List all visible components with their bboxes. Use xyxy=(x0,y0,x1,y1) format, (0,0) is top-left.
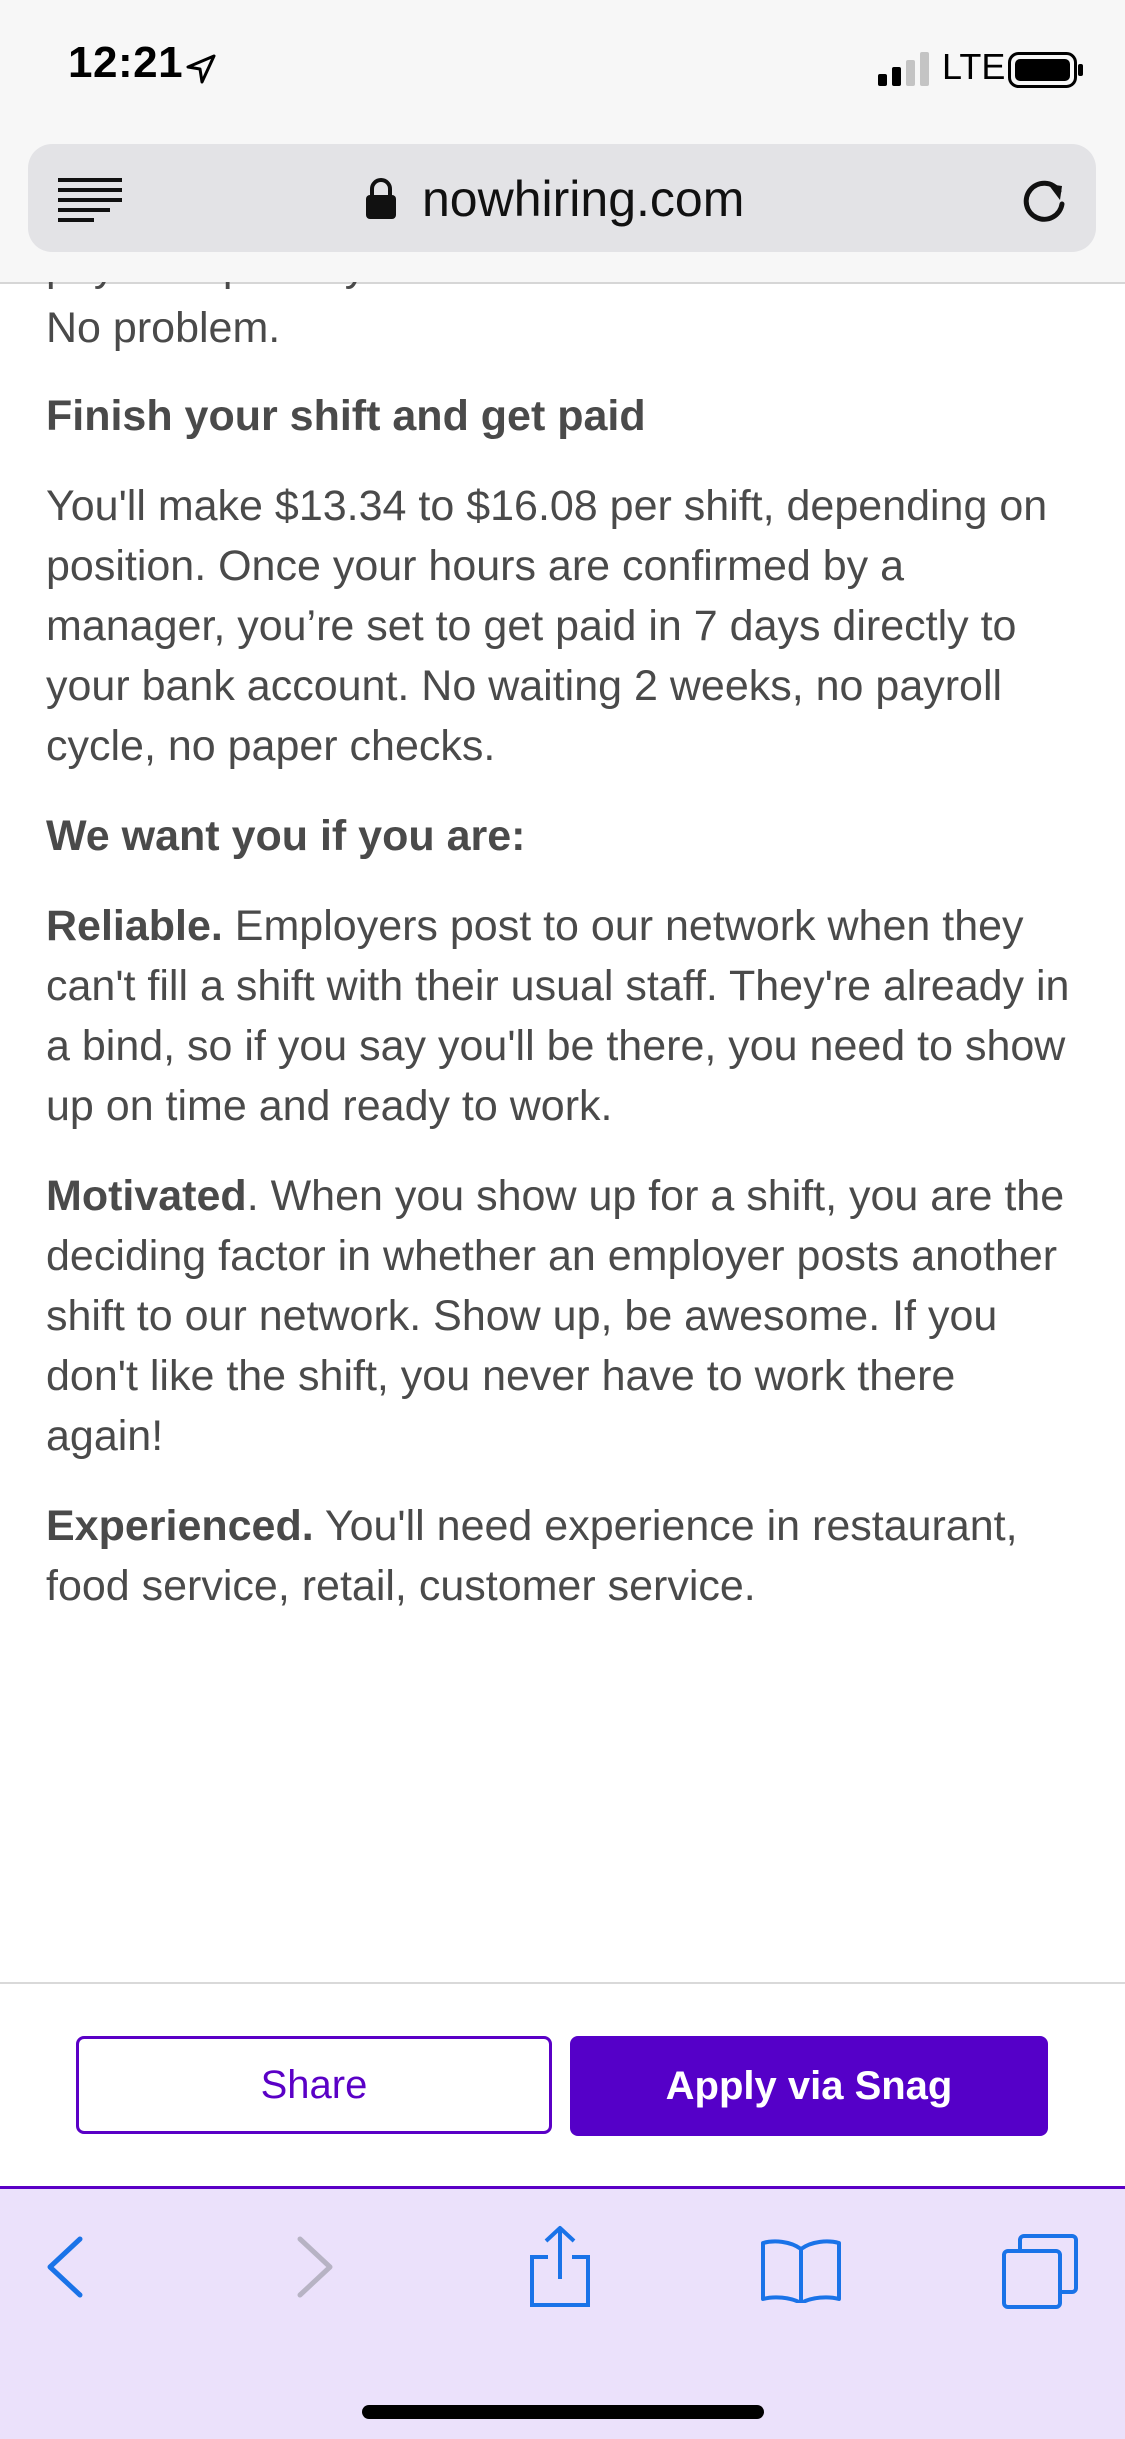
location-arrow-icon xyxy=(186,54,216,84)
browser-toolbar xyxy=(0,2186,1125,2439)
home-indicator xyxy=(362,2405,764,2419)
clipped-text: payment per day... xyxy=(46,282,399,296)
reload-icon[interactable] xyxy=(1018,174,1070,226)
motivated-lead: Motivated xyxy=(46,1172,247,1220)
experienced-lead: Experienced. xyxy=(46,1502,314,1550)
reliable-lead: Reliable. xyxy=(46,902,223,950)
pay-paragraph: You'll make $13.34 to $16.08 per shift, … xyxy=(46,482,1048,770)
cellular-signal-icon xyxy=(878,52,929,86)
address-bar[interactable]: nowhiring.com xyxy=(28,144,1096,252)
network-type: LTE xyxy=(942,46,1006,87)
status-bar: 12:21 LTE xyxy=(0,0,1125,140)
share-icon[interactable] xyxy=(526,2225,594,2307)
forward-icon[interactable] xyxy=(290,2233,340,2301)
section-heading-finish: Finish your shift and get paid xyxy=(46,392,646,440)
bookmarks-icon[interactable] xyxy=(760,2237,842,2303)
no-problem-text: No problem. xyxy=(46,304,281,352)
share-button[interactable]: Share xyxy=(76,2036,552,2134)
browser-address-area: nowhiring.com xyxy=(0,140,1125,284)
motivated-paragraph: Motivated. When you show up for a shift,… xyxy=(46,1166,1076,1466)
experienced-paragraph: Experienced. You'll need experience in r… xyxy=(46,1496,1076,1616)
reliable-paragraph: Reliable. Employers post to our network … xyxy=(46,896,1076,1136)
apply-button[interactable]: Apply via Snag xyxy=(570,2036,1048,2136)
section-heading-want: We want you if you are: xyxy=(46,812,526,860)
back-icon[interactable] xyxy=(40,2233,90,2301)
lock-icon xyxy=(366,178,396,219)
status-time: 12:21 xyxy=(68,38,184,87)
job-description: payment per day... No problem. Finish yo… xyxy=(46,282,1076,1982)
reader-view-icon[interactable] xyxy=(58,178,122,224)
battery-icon xyxy=(1008,52,1083,88)
tabs-icon[interactable] xyxy=(1000,2233,1080,2309)
clipped-text-line: payment per day... xyxy=(46,282,1076,296)
action-bar: Share Apply via Snag xyxy=(0,1982,1125,2188)
address-url[interactable]: nowhiring.com xyxy=(422,170,744,228)
